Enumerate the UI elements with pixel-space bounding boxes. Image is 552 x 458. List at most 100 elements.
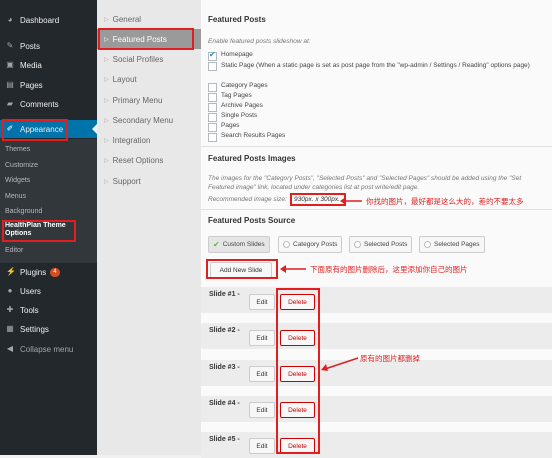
arrow-icon — [340, 197, 362, 205]
options-nav: ▷ General ▷ Featured Posts ▷ Social Profile… — [97, 0, 202, 455]
users-icon: ● — [7, 286, 13, 295]
divider — [201, 146, 552, 147]
appearance-submenu: Themes Customize Widgets Menus Backgroun… — [0, 139, 97, 263]
checkbox-pages[interactable]: Pages — [208, 122, 239, 132]
source-tab-label: Category Posts — [293, 241, 338, 248]
edit-slide-button[interactable]: Edit — [249, 294, 275, 310]
triangle-right-icon: ▷ — [104, 137, 109, 144]
menu-tools[interactable]: ✚ Tools — [0, 301, 97, 319]
checkbox[interactable] — [208, 113, 217, 122]
checkbox[interactable] — [208, 83, 217, 92]
checkbox-category-pages[interactable]: Category Pages — [208, 82, 268, 92]
options-tab-reset-options[interactable]: ▷ Reset Options — [97, 150, 201, 170]
slide-label: Slide #3 - — [209, 364, 240, 371]
edit-slide-button[interactable]: Edit — [249, 330, 275, 346]
menu-pages[interactable]: ▤ Pages — [0, 76, 97, 94]
options-tab-label: Reset Options — [112, 155, 164, 165]
menu-users[interactable]: ● Users — [0, 282, 97, 300]
pages-icon: ▤ — [6, 80, 14, 89]
highlight-featured-posts — [98, 28, 194, 50]
checkbox-single-posts[interactable]: Single Posts — [208, 112, 258, 122]
options-tab-label: Social Profiles — [112, 54, 164, 64]
radio-icon — [424, 241, 431, 248]
options-tab-general[interactable]: ▷ General — [97, 9, 201, 29]
radio-icon — [354, 241, 361, 248]
pin-icon: ✎ — [6, 41, 14, 50]
source-tab-custom-slides[interactable]: ✔ Custom Slides — [208, 236, 270, 253]
checkbox[interactable] — [208, 93, 217, 102]
submenu-background[interactable]: Background — [5, 208, 42, 215]
dashboard-icon: ◕ — [7, 15, 13, 24]
checkbox-label: Static Page (When a static page is set a… — [221, 62, 530, 69]
menu-posts[interactable]: ✎ Posts — [0, 37, 97, 55]
menu-collapse[interactable]: ◀ Collapse menu — [0, 340, 97, 358]
menu-settings[interactable]: ▦ Settings — [0, 320, 97, 338]
checkbox[interactable] — [208, 123, 217, 132]
wrench-icon: ✚ — [6, 305, 14, 314]
slide-label: Slide #4 - — [209, 400, 240, 407]
menu-plugins[interactable]: ⚡ Plugins 4 — [0, 263, 97, 281]
slide-label: Slide #5 - — [209, 436, 240, 443]
featured-images-description: The images for the "Category Posts", "Se… — [208, 175, 522, 191]
checkbox[interactable] — [208, 50, 217, 61]
comments-icon: ▰ — [6, 99, 14, 108]
menu-label: Tools — [20, 305, 39, 315]
menu-dashboard[interactable]: ◕ Dashboard — [0, 11, 97, 29]
check-icon: ✔ — [213, 240, 220, 249]
submenu-themes[interactable]: Themes — [5, 146, 30, 153]
edit-slide-button[interactable]: Edit — [249, 366, 275, 382]
submenu-menus[interactable]: Menus — [5, 193, 26, 200]
checkbox-tag-pages[interactable]: Tag Pages — [208, 92, 252, 102]
highlight-image-size — [290, 193, 346, 206]
menu-media[interactable]: ▣ Media — [0, 56, 97, 74]
divider — [201, 209, 552, 210]
menu-label: Plugins — [20, 267, 47, 277]
source-tab-category-posts[interactable]: Category Posts — [278, 236, 343, 253]
options-tab-label: General — [112, 14, 142, 24]
checkbox-archive-pages[interactable]: Archive Pages — [208, 102, 263, 112]
annotation-add-slide: 下面原有的图片删除后，这里添加你自己的图片 — [310, 265, 468, 274]
featured-posts-description: Enable featured posts slideshow at: — [208, 38, 311, 45]
checkbox-label: Single Posts — [221, 112, 258, 119]
source-tab-selected-posts[interactable]: Selected Posts — [349, 236, 413, 253]
checkbox-search-results[interactable]: Search Results Pages — [208, 132, 285, 142]
submenu-editor[interactable]: Editor — [5, 247, 23, 254]
options-tab-label: Support — [112, 176, 141, 186]
highlight-add-new-slide — [206, 259, 278, 279]
options-tab-social-profiles[interactable]: ▷ Social Profiles — [97, 49, 201, 69]
checkbox-homepage[interactable]: Homepage — [208, 50, 253, 61]
checkbox[interactable] — [208, 133, 217, 142]
checkbox[interactable] — [208, 62, 217, 71]
checkbox-label: Category Pages — [221, 82, 268, 89]
slide-label: Slide #2 - — [209, 327, 240, 334]
triangle-right-icon: ▷ — [104, 97, 109, 104]
options-tab-support[interactable]: ▷ Support — [97, 171, 201, 191]
options-content: Featured Posts Enable featured posts sli… — [201, 0, 552, 458]
checkbox-label: Tag Pages — [221, 92, 252, 99]
triangle-right-icon: ▷ — [104, 178, 109, 185]
submenu-widgets[interactable]: Widgets — [5, 177, 30, 184]
featured-images-heading: Featured Posts Images — [208, 154, 296, 163]
triangle-right-icon: ▷ — [104, 56, 109, 63]
options-tab-layout[interactable]: ▷ Layout — [97, 69, 201, 89]
menu-comments[interactable]: ▰ Comments — [0, 95, 97, 113]
menu-label: Collapse menu — [20, 344, 74, 354]
radio-icon — [283, 241, 290, 248]
edit-slide-button[interactable]: Edit — [249, 402, 275, 418]
source-tab-label: Selected Posts — [364, 241, 408, 248]
menu-label: Posts — [20, 41, 41, 51]
options-tab-primary-menu[interactable]: ▷ Primary Menu — [97, 90, 201, 110]
edit-slide-button[interactable]: Edit — [249, 438, 275, 454]
plugin-icon: ⚡ — [6, 267, 16, 276]
menu-label: Dashboard — [20, 15, 60, 25]
update-badge: 4 — [50, 267, 60, 277]
options-tab-integration[interactable]: ▷ Integration — [97, 130, 201, 150]
checkbox-static-page[interactable]: Static Page (When a static page is set a… — [208, 61, 548, 71]
options-tab-label: Layout — [112, 74, 137, 84]
options-tab-label: Secondary Menu — [112, 115, 174, 125]
checkbox[interactable] — [208, 103, 217, 112]
options-tab-secondary-menu[interactable]: ▷ Secondary Menu — [97, 110, 201, 130]
source-tab-selected-pages[interactable]: Selected Pages — [419, 236, 485, 253]
collapse-icon: ◀ — [6, 344, 14, 353]
submenu-customize[interactable]: Customize — [5, 162, 38, 169]
